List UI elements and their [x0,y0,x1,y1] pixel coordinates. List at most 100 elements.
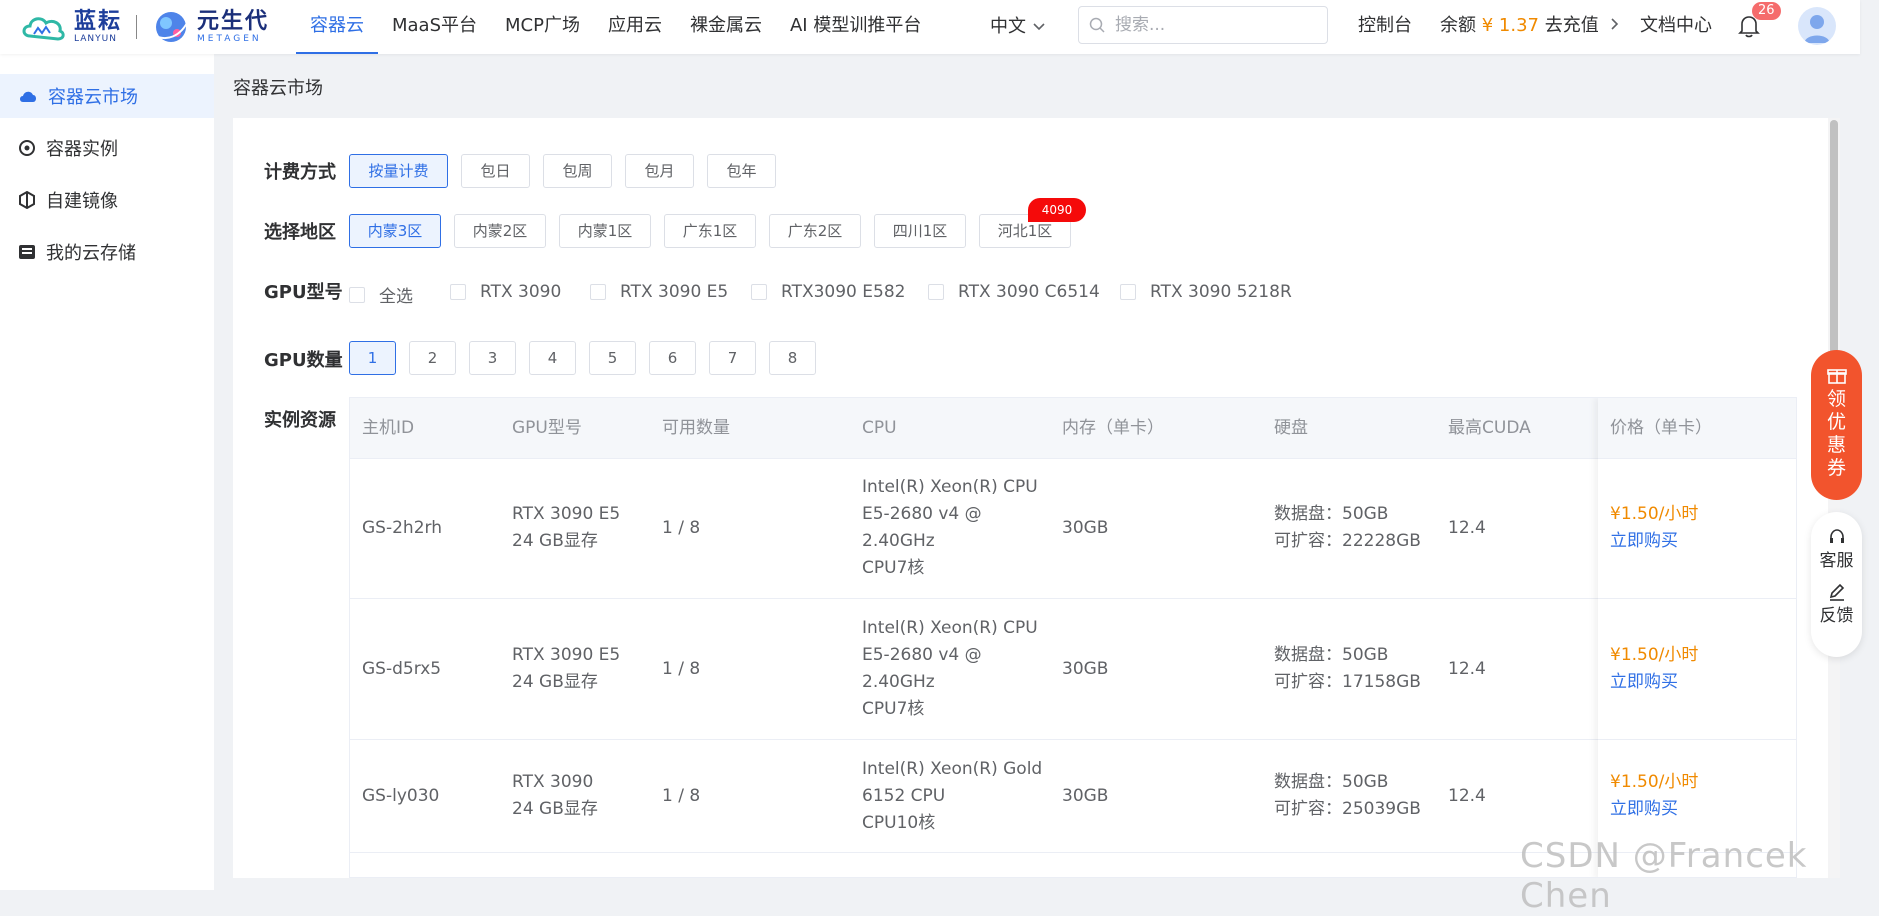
price-cell: ¥1.50/小时 立即购买 [1610,642,1698,696]
region-option-sc1[interactable]: 四川1区 [874,214,966,248]
gpu-model-checkbox-3090-e5[interactable]: RTX 3090 E5 [590,282,728,302]
col-memory: 内存（单卡） [1062,418,1164,438]
disk-expand: 可扩容：17158GB [1274,672,1421,692]
gpu-count-option-1[interactable]: 1 [349,341,396,375]
checkbox-label: RTX3090 E582 [781,282,906,302]
billing-label: 计费方式 [264,162,336,183]
sidebar-item-storage[interactable]: 我的云存储 [0,230,214,274]
region-hot-tag: 4090 [1028,198,1086,222]
billing-option-yearly[interactable]: 包年 [707,154,776,188]
row-divider [1598,739,1796,740]
checkbox-box[interactable] [450,284,466,300]
lanyun-logo[interactable]: 蓝耘 LANYUN [20,10,122,44]
sidebar-item-market[interactable]: 容器云市场 [0,74,214,118]
nav-mcp[interactable]: MCP广场 [491,0,594,54]
disk-expand: 可扩容：22228GB [1274,531,1421,551]
col-price: 价格（单卡） [1610,418,1712,438]
sidebar-item-label: 容器实例 [46,139,118,160]
edit-feedback-icon[interactable] [1828,583,1846,601]
brand-logos[interactable]: 蓝耘 LANYUN 元生代 METAGEN [20,6,269,48]
gpu-model-checkbox-3090[interactable]: RTX 3090 [450,282,561,302]
nav-ai-training[interactable]: AI 模型训推平台 [776,0,935,54]
metagen-logo[interactable]: 元生代 METAGEN [151,7,269,47]
docs-link[interactable]: 文档中心 [1640,0,1712,54]
region-option-gd2[interactable]: 广东2区 [769,214,861,248]
gpu-count-option-2[interactable]: 2 [409,341,456,375]
region-option-gd1[interactable]: 广东1区 [664,214,756,248]
billing-option-daily[interactable]: 包日 [461,154,530,188]
nav-bare-metal[interactable]: 裸金属云 [676,0,776,54]
disk-cell: 数据盘：50GB 可扩容：25039GB [1274,769,1421,823]
balance-area[interactable]: 余额 ¥ 1.37 去充值 [1440,0,1620,54]
disk-data: 数据盘：50GB [1274,645,1389,665]
gpu-count-option-4[interactable]: 4 [529,341,576,375]
sidebar-item-label: 容器云市场 [48,87,138,108]
gpu-model-text: RTX 3090 E5 [512,504,621,524]
metagen-logo-subtext: METAGEN [197,33,262,44]
host-id: GS-ly030 [362,786,440,806]
language-switcher[interactable]: 中文 [990,0,1046,54]
scrollbar-thumb[interactable] [1830,120,1838,356]
billing-option-payg[interactable]: 按量计费 [349,154,448,188]
gpu-count-option-8[interactable]: 8 [769,341,816,375]
price-text: ¥1.50/小时 [1610,772,1699,792]
row-divider [1598,598,1796,599]
gpu-count-label: GPU数量 [264,350,343,371]
checkbox-box[interactable] [1120,284,1136,300]
console-link[interactable]: 控制台 [1358,0,1412,54]
recharge-link[interactable]: 去充值 [1545,15,1599,36]
buy-now-link[interactable]: 立即购买 [1610,528,1698,555]
gpu-model-checkbox-3090-c6514[interactable]: RTX 3090 C6514 [928,282,1100,302]
gpu-model-cell: RTX 3090 E5 24 GB显存 [512,642,620,696]
checkbox-box[interactable] [928,284,944,300]
buy-now-link[interactable]: 立即购买 [1610,796,1698,823]
disk-data: 数据盘：50GB [1274,772,1389,792]
checkbox-box[interactable] [590,284,606,300]
user-avatar[interactable] [1798,7,1836,45]
region-option-nm1[interactable]: 内蒙1区 [559,214,651,248]
gpu-model-checkbox-3090-e582[interactable]: RTX3090 E582 [751,282,905,302]
gpu-count-option-7[interactable]: 7 [709,341,756,375]
col-cuda: 最高CUDA [1448,418,1531,438]
disk-cell: 数据盘：50GB 可扩容：22228GB [1274,501,1421,555]
cpu-cell: Intel(R) Xeon(R) CPU E5-2680 v4 @ 2.40GHz C… [862,615,1038,723]
disk-cell: 数据盘：50GB 可扩容：17158GB [1274,642,1421,696]
sidebar-item-images[interactable]: 自建镜像 [0,178,214,222]
table-header: 主机ID GPU型号 可用数量 CPU 内存（单卡） 硬盘 最高CUDA [350,398,1796,459]
search-box[interactable] [1078,6,1328,44]
cpu-line: CPU7核 [862,558,925,578]
metagen-logo-text: 元生代 [197,8,270,34]
search-input[interactable] [1113,14,1317,36]
gpu-model-checkbox-3090-5218r[interactable]: RTX 3090 5218R [1120,282,1292,302]
region-option-nm2[interactable]: 内蒙2区 [454,214,546,248]
billing-option-weekly[interactable]: 包周 [543,154,612,188]
cpu-line: Intel(R) Xeon(R) CPU [862,477,1038,497]
coupon-char: 券 [1826,457,1846,479]
checkbox-label: RTX 3090 E5 [620,282,729,302]
headset-icon[interactable] [1828,528,1846,546]
cpu-line: Intel(R) Xeon(R) Gold [862,759,1043,779]
gpu-model-checkbox-all[interactable]: 全选 [349,282,413,307]
region-option-nm3[interactable]: 内蒙3区 [349,214,441,248]
gpu-count-option-3[interactable]: 3 [469,341,516,375]
checkbox-box[interactable] [349,286,365,303]
nav-app-cloud[interactable]: 应用云 [594,0,676,54]
feedback-button[interactable]: 反馈 [1820,601,1854,626]
buy-now-link[interactable]: 立即购买 [1610,669,1698,696]
table-row: GS-2h2rh RTX 3090 E5 24 GB显存 1 / 8 Intel(… [350,458,1796,599]
billing-option-monthly[interactable]: 包月 [625,154,694,188]
gpu-model-cell: RTX 3090 24 GB显存 [512,769,598,823]
coupon-char: 惠 [1826,434,1846,456]
gpu-count-option-6[interactable]: 6 [649,341,696,375]
disk-data: 数据盘：50GB [1274,504,1389,524]
cpu-line: E5-2680 v4 @ [862,645,982,665]
nav-maas[interactable]: MaaS平台 [378,0,491,54]
coupon-button[interactable]: 领 优 惠 券 [1811,350,1862,500]
checkbox-box[interactable] [751,284,767,300]
instance-resource-label: 实例资源 [264,410,336,431]
customer-service-button[interactable]: 客服 [1820,546,1854,571]
sidebar-item-instances[interactable]: 容器实例 [0,126,214,170]
gpu-count-option-5[interactable]: 5 [589,341,636,375]
nav-container-cloud[interactable]: 容器云 [296,0,378,54]
gpu-model-text: RTX 3090 E5 [512,645,621,665]
